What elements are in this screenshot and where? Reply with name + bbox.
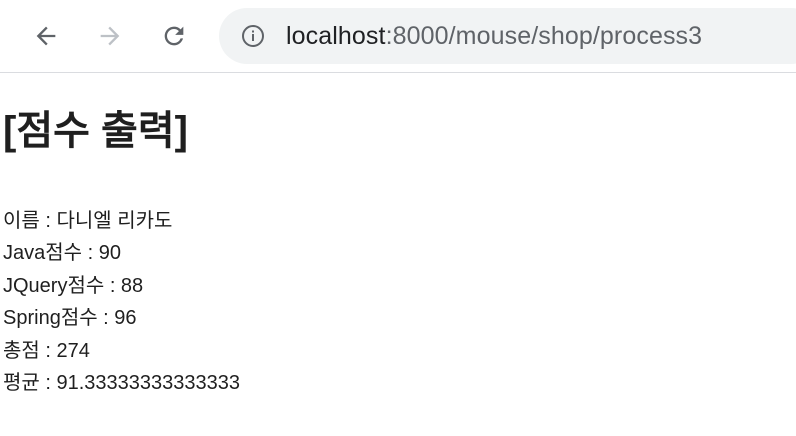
jquery-score-line: JQuery점수 : 88: [3, 274, 144, 297]
info-icon[interactable]: [241, 24, 265, 48]
spring-score-line: Spring점수 : 96: [3, 307, 137, 330]
page-content: [점수 출력] 이름 : 다니엘 리카도 Java점수 : 90 JQuery점…: [0, 73, 796, 436]
arrow-left-icon: [36, 26, 56, 46]
total-score-line: 총점 : 274: [3, 339, 90, 362]
average-score-line: 평균 : 91.33333333333333: [3, 372, 240, 395]
url-path: :8000/mouse/shop/process3: [385, 22, 703, 50]
name-line: 이름 : 다니엘 리카도: [3, 210, 173, 232]
address-bar[interactable]: localhost:8000/mouse/shop/process3: [219, 8, 796, 64]
page-title: [점수 출력]: [3, 109, 188, 153]
reload-button[interactable]: [155, 17, 193, 55]
forward-button[interactable]: [91, 17, 129, 55]
browser-toolbar: localhost:8000/mouse/shop/process3: [0, 0, 796, 73]
java-score-line: Java점수 : 90: [3, 242, 121, 265]
back-button[interactable]: [27, 17, 65, 55]
score-list: 이름 : 다니엘 리카도 Java점수 : 90 JQuery점수 : 88 S…: [3, 205, 240, 399]
url-text[interactable]: localhost:8000/mouse/shop/process3: [286, 20, 702, 52]
reload-icon: [164, 26, 184, 46]
url-host: localhost: [286, 22, 386, 50]
arrow-right-icon: [100, 26, 120, 46]
